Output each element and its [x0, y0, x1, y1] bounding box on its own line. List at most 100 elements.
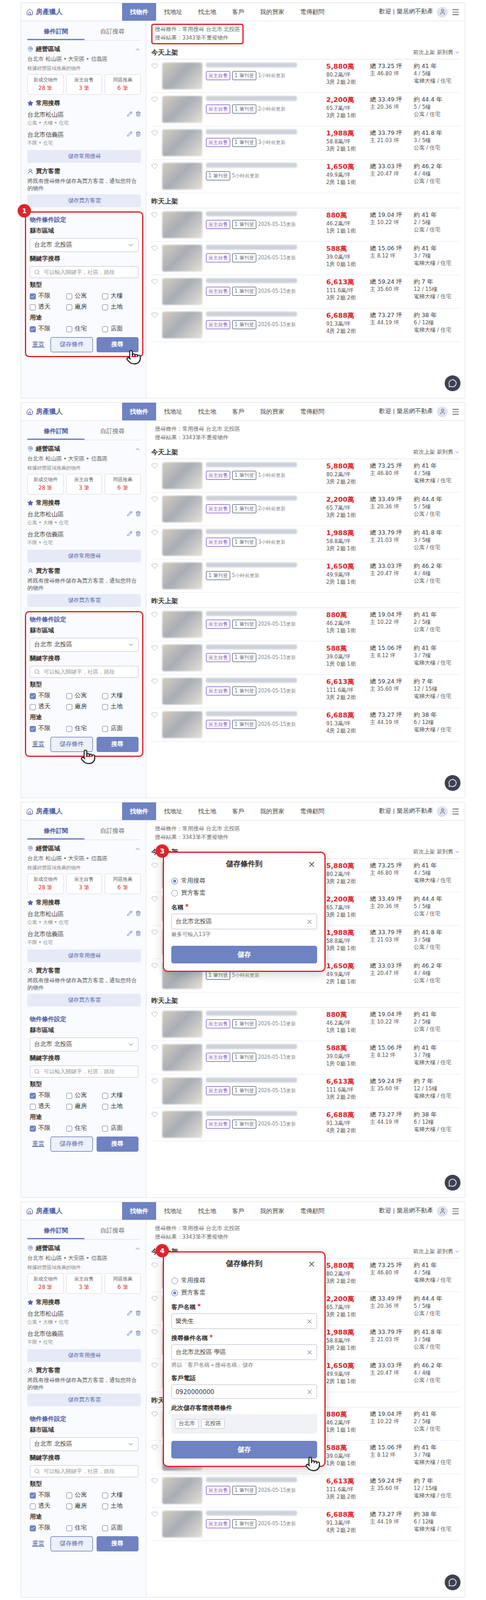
sort-select[interactable]: 前次上架 新到舊 — [413, 448, 460, 457]
reset-link[interactable]: 重置 — [29, 340, 47, 349]
stat-box[interactable]: 同區推薦6 筆 — [104, 1273, 141, 1294]
chevron-up-icon[interactable] — [134, 845, 141, 853]
type-checkbox[interactable]: 廠房 — [66, 1102, 103, 1111]
listing-row[interactable]: 屋主自售1 筆刊登2026-05-15更新6,688萬91.3萬/坪4房 2廳 … — [151, 708, 460, 742]
trash-icon[interactable] — [135, 930, 141, 937]
pencil-icon[interactable] — [126, 1330, 133, 1336]
heart-icon[interactable] — [151, 1328, 158, 1336]
stat-box[interactable]: 新成交物件28 筆 — [27, 74, 64, 95]
nav-tab[interactable]: 客戶 — [224, 802, 253, 821]
heart-icon[interactable] — [151, 1111, 158, 1118]
save-condition-button[interactable]: 儲存條件 — [50, 1536, 93, 1552]
pencil-icon[interactable] — [126, 510, 133, 517]
trash-icon[interactable] — [135, 530, 141, 537]
listing-row[interactable]: 屋主自售1 筆刊登2026-05-15更新880萬46.2萬/坪1房 1廳 1衛… — [151, 208, 460, 242]
clear-icon[interactable] — [306, 918, 313, 926]
logo[interactable]: 房產獵人 — [26, 806, 123, 816]
region-select[interactable]: 台北市 北投區 — [29, 1037, 139, 1052]
keyword-input[interactable] — [42, 668, 135, 676]
nav-tab[interactable]: 找土地 — [190, 1202, 225, 1220]
search-button[interactable]: 搜尋 — [96, 337, 140, 353]
clear-icon[interactable] — [306, 1349, 313, 1356]
trash-icon[interactable] — [135, 1330, 141, 1336]
heart-icon[interactable] — [151, 278, 158, 285]
chat-button[interactable] — [444, 375, 461, 392]
nav-tab[interactable]: 找土地 — [190, 802, 225, 821]
nav-tab[interactable]: 我的買家 — [252, 402, 293, 421]
sidebar-tab[interactable]: 自訂搜尋 — [84, 23, 142, 41]
nav-tab[interactable]: 找土地 — [190, 3, 225, 21]
nav-tab[interactable]: 電傳顧問 — [292, 802, 333, 821]
listing-row[interactable]: 1 筆刊登5小時前更新1,650萬49.9萬/坪2房 1廳 1衛總 33.03 … — [151, 559, 460, 593]
trash-icon[interactable] — [135, 1310, 141, 1316]
sidebar-tab[interactable]: 自訂搜尋 — [84, 423, 142, 440]
nav-tab[interactable]: 找地址 — [156, 402, 191, 421]
sort-select[interactable]: 前次上架 新到舊 — [413, 848, 460, 856]
logo[interactable]: 房產獵人 — [26, 1206, 123, 1216]
saved-search-item[interactable]: 台北市信義區不限 • 住宅 — [27, 130, 141, 148]
stat-box[interactable]: 屋主自售3 筆 — [66, 74, 103, 95]
type-checkbox[interactable]: 大樓 — [102, 1091, 139, 1100]
heart-icon[interactable] — [151, 1295, 158, 1302]
type-checkbox[interactable]: 廠房 — [66, 303, 103, 312]
pencil-icon[interactable] — [126, 131, 133, 137]
menu-icon[interactable] — [451, 7, 460, 17]
use-checkbox[interactable]: 不限 — [29, 1524, 67, 1533]
reset-link[interactable]: 重置 — [29, 1540, 47, 1548]
heart-icon[interactable] — [151, 1077, 158, 1085]
heart-icon[interactable] — [151, 162, 158, 170]
listing-row[interactable]: 屋主自售1 筆刊登3小時前更新1,988萬58.8萬/坪3房 2廳 1衛總 33… — [151, 126, 460, 160]
search-button[interactable]: 搜尋 — [96, 1536, 140, 1552]
save-buyer-button[interactable]: 儲存買方客需 — [27, 993, 141, 1007]
heart-icon[interactable] — [151, 862, 158, 869]
save-condition-button[interactable]: 儲存條件 — [50, 1136, 93, 1152]
sort-select[interactable]: 前次上架 新到舊 — [413, 49, 460, 57]
use-checkbox[interactable]: 不限 — [29, 724, 67, 733]
heart-icon[interactable] — [151, 1444, 158, 1451]
type-checkbox[interactable]: 不限 — [29, 691, 67, 700]
use-checkbox[interactable]: 不限 — [29, 1124, 67, 1133]
type-checkbox[interactable]: 透天 — [29, 303, 67, 312]
type-checkbox[interactable]: 大樓 — [102, 1491, 139, 1500]
heart-icon[interactable] — [151, 962, 158, 969]
logo[interactable]: 房產獵人 — [26, 7, 123, 17]
nav-tab[interactable]: 找地址 — [156, 802, 191, 821]
type-checkbox[interactable]: 透天 — [29, 702, 67, 711]
heart-icon[interactable] — [151, 244, 158, 252]
use-checkbox[interactable]: 住宅 — [66, 724, 103, 733]
heart-icon[interactable] — [151, 711, 158, 719]
region-select[interactable]: 台北市 北投區 — [29, 238, 139, 253]
keyword-input[interactable] — [42, 1067, 135, 1076]
listing-row[interactable]: 屋主自售1 筆刊登2026-05-15更新588萬39.0萬/坪1房 0廳 1衛… — [151, 241, 460, 276]
listing-row[interactable]: 屋主自售1 筆刊登2026-05-15更新6,613萬111.6萬/坪3房 2廳… — [151, 1074, 460, 1109]
trash-icon[interactable] — [135, 910, 141, 917]
nav-tab[interactable]: 找物件 — [122, 3, 157, 21]
heart-icon[interactable] — [151, 928, 158, 936]
chevron-up-icon[interactable] — [134, 46, 141, 53]
listing-row[interactable]: 屋主自售1 筆刊登2026-05-15更新880萬46.2萬/坪1房 1廳 1衛… — [151, 608, 460, 642]
nav-tab[interactable]: 我的買家 — [252, 1202, 293, 1220]
listing-row[interactable]: 屋主自售1 筆刊登2026-05-15更新6,688萬91.3萬/坪4房 2廳 … — [151, 308, 460, 343]
heart-icon[interactable] — [151, 62, 158, 70]
listing-row[interactable]: 屋主自售1 筆刊登2026-05-15更新6,688萬91.3萬/坪4房 2廳 … — [151, 1108, 460, 1142]
nav-tab[interactable]: 電傳顧問 — [292, 3, 333, 21]
heart-icon[interactable] — [151, 1044, 158, 1051]
chevron-up-icon[interactable] — [134, 1245, 141, 1253]
saved-search-item[interactable]: 台北市松山區公寓 • 大樓 • 住宅 — [27, 909, 141, 928]
type-checkbox[interactable]: 不限 — [29, 1091, 67, 1100]
nav-tab[interactable]: 客戶 — [224, 1202, 253, 1220]
listing-row[interactable]: 屋主自售1 筆刊登2026-05-15更新6,613萬111.6萬/坪3房 2廳… — [151, 275, 460, 309]
nav-tab[interactable]: 找土地 — [190, 402, 225, 421]
pencil-icon[interactable] — [126, 930, 133, 937]
keyword-input[interactable] — [42, 268, 135, 276]
trash-icon[interactable] — [135, 131, 141, 137]
use-checkbox[interactable]: 住宅 — [66, 1124, 103, 1133]
listing-row[interactable]: 屋主自售1 筆刊登2026-05-15更新6,688萬91.3萬/坪4房 2廳 … — [151, 1507, 460, 1542]
listing-row[interactable]: 屋主自售1 筆刊登2026-05-15更新588萬39.0萬/坪1房 0廳 1衛… — [151, 1041, 460, 1075]
heart-icon[interactable] — [151, 462, 158, 469]
use-checkbox[interactable]: 不限 — [29, 325, 67, 333]
listing-row[interactable]: 屋主自售1 筆刊登2026-05-15更新6,613萬111.6萬/坪3房 2廳… — [151, 1474, 460, 1508]
nav-tab[interactable]: 找物件 — [122, 1202, 157, 1220]
nav-tab[interactable]: 找地址 — [156, 1202, 191, 1220]
nav-tab[interactable]: 找物件 — [122, 402, 157, 421]
